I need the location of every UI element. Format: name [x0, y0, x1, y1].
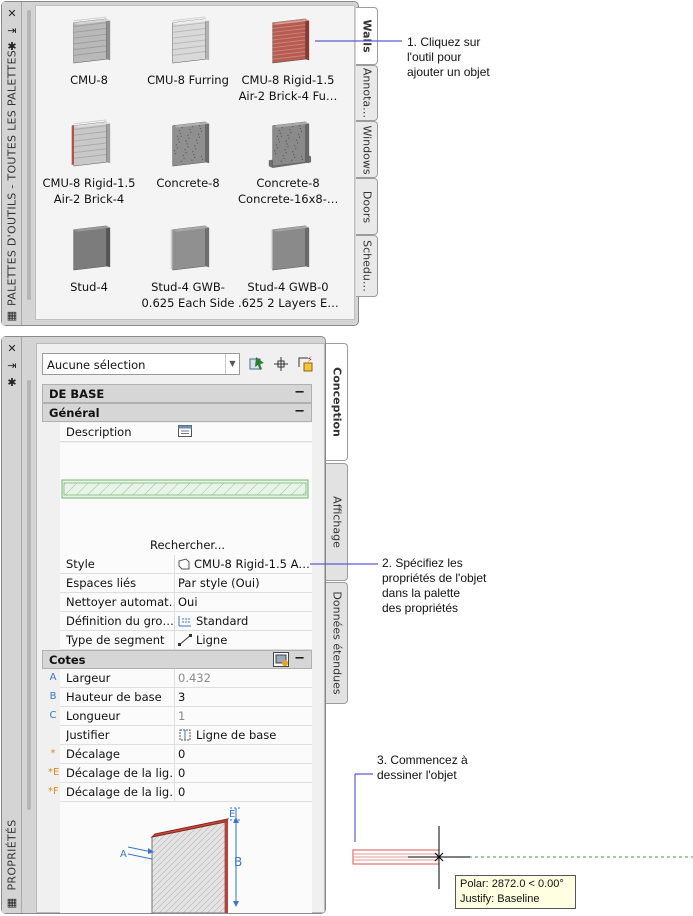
annotation-step1: 1. Cliquez sur l'outil pour ajouter un o… — [407, 35, 490, 79]
annotation-step3: 3. Commencez à dessiner l'objet — [377, 753, 468, 782]
annotation-step2: 2. Spécifiez les propriétés de l'objet d… — [382, 556, 487, 615]
polar-tooltip: Polar: 2872.0 < 0.00° Justify: Baseline — [455, 875, 576, 909]
annotation-layer — [310, 40, 693, 889]
